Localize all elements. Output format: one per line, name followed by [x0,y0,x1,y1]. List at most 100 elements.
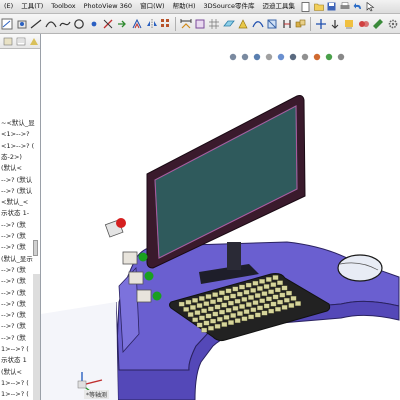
tree-row[interactable]: 1>-->? ( [0,389,29,399]
tree-row[interactable]: -->? (默 [0,276,26,286]
tree-row[interactable]: (默认_显示 [0,254,33,264]
pattern-icon[interactable] [160,17,172,31]
tree-row[interactable]: -->? (默 [0,333,26,343]
keyboard-key [208,325,214,331]
move-component-icon[interactable] [314,17,326,31]
mate-icon[interactable] [281,17,293,31]
save-icon[interactable] [326,1,337,12]
property-tab-icon[interactable] [15,36,26,46]
keyboard-key [234,318,241,323]
keyboard-key [212,311,219,317]
feature-tree-tab-icon[interactable] [2,36,13,46]
measure-icon[interactable] [372,17,384,31]
tree-row[interactable]: <1>-->? ( [0,141,34,151]
tree-row[interactable]: -->? (默 [0,242,26,252]
config-tab-icon[interactable] [28,36,39,46]
menu-3dsource[interactable]: 3DSource零件库 [200,0,259,13]
keyboard-key [201,308,207,314]
plane-icon[interactable] [223,17,235,31]
undo-icon[interactable] [352,1,363,12]
menu-maidi-tools[interactable]: 迈迪工具集 [259,0,300,13]
tree-row[interactable]: -->? (默 [0,220,26,230]
tree-row[interactable]: 示状态 1- [0,208,29,218]
sketch-options-icon[interactable] [15,17,27,31]
keyboard-key [237,311,243,316]
tree-row[interactable]: 1>-->? ( [0,378,29,388]
graphics-viewport[interactable]: *等轴测 [41,34,400,400]
tree-row[interactable]: -->? (默 [0,231,26,241]
reference-icon[interactable] [237,17,249,31]
keyboard-key [274,287,281,293]
keyboard-key [185,299,192,305]
keyboard-key [268,289,274,295]
keyboard-key [268,308,275,314]
relations-icon[interactable] [194,17,206,31]
arc-icon[interactable] [44,17,57,31]
keyboard-key [265,277,272,282]
tree-row[interactable]: 示状态 1 [0,355,27,365]
grid-icon[interactable] [208,17,220,31]
menu-bar: (E) 工具(T) Toolbox PhotoView 360 窗口(W) 帮助… [0,0,400,14]
tree-row[interactable]: ~<默认_显 [0,118,35,128]
tree-row[interactable]: 1>-->? ( [0,344,29,354]
keyboard-key [198,296,205,301]
sketch-icon[interactable] [1,17,13,31]
keyboard-key [205,313,212,319]
keyboard-key [250,307,257,313]
line-icon[interactable] [30,17,42,31]
menu-tools[interactable]: 工具(T) [17,0,47,13]
tree-row[interactable]: -->? (默 [0,299,26,309]
keyboard-key [243,289,250,295]
menu-window[interactable]: 窗口(W) [136,0,169,13]
command-toolbar [0,14,400,34]
trim-icon[interactable] [102,17,114,31]
keyboard-key [207,306,214,312]
offset-icon[interactable] [131,17,143,31]
tree-row[interactable]: <默认_< [0,197,28,207]
tree-row[interactable]: (默认< [0,163,22,173]
hole-wizard-icon[interactable] [329,17,341,31]
keyboard-key [187,312,194,317]
tree-row[interactable]: -->? (默 [0,321,26,331]
menu-help[interactable]: 帮助(H) [169,0,200,13]
menu-toolbox[interactable]: Toolbox [47,0,79,13]
tree-row[interactable]: -->? (默 [0,310,26,320]
tree-row[interactable]: -->? (默 [0,288,26,298]
toolbar-separator [310,16,312,31]
keyboard-key [225,288,232,294]
tree-row[interactable]: 态-2>) [0,152,22,162]
select-icon[interactable] [365,1,376,12]
smart-dimension-icon[interactable] [179,17,191,31]
new-document-icon[interactable] [300,1,311,12]
spline-icon[interactable] [59,17,71,31]
point-icon[interactable] [88,17,100,31]
keyboard-key [223,315,230,320]
circle-icon[interactable] [73,17,85,31]
menu-photoview[interactable]: PhotoView 360 [80,0,136,13]
assembly-icon[interactable] [295,17,307,31]
keyboard-key [261,291,268,296]
mirror-icon[interactable] [146,17,158,31]
computer-desk-model[interactable] [41,34,400,400]
keyboard-key [275,306,281,312]
keyboard-key [219,290,225,296]
menu-edit[interactable]: (E) [0,0,17,13]
monitor-screen [154,105,298,259]
explode-icon[interactable] [343,17,355,31]
panel-splitter-handle[interactable] [33,240,38,256]
open-folder-icon[interactable] [313,1,324,12]
tree-row[interactable]: -->? (默认 [0,175,32,185]
curves-icon[interactable] [252,17,264,31]
instant2d-icon[interactable] [266,17,278,31]
tree-row[interactable]: -->? (默认 [0,186,32,196]
convert-icon[interactable] [117,17,129,31]
keyboard-key [239,284,245,290]
interference-icon[interactable] [358,17,370,31]
panel-scroll-strip[interactable] [33,274,40,400]
tree-row[interactable]: -->? (默 [0,265,26,275]
options-icon[interactable] [387,17,399,31]
keyboard-key [230,313,237,318]
print-icon[interactable] [339,1,350,12]
tree-row[interactable]: <1>-->? [0,129,30,139]
tree-row[interactable]: (默认< [0,367,22,377]
